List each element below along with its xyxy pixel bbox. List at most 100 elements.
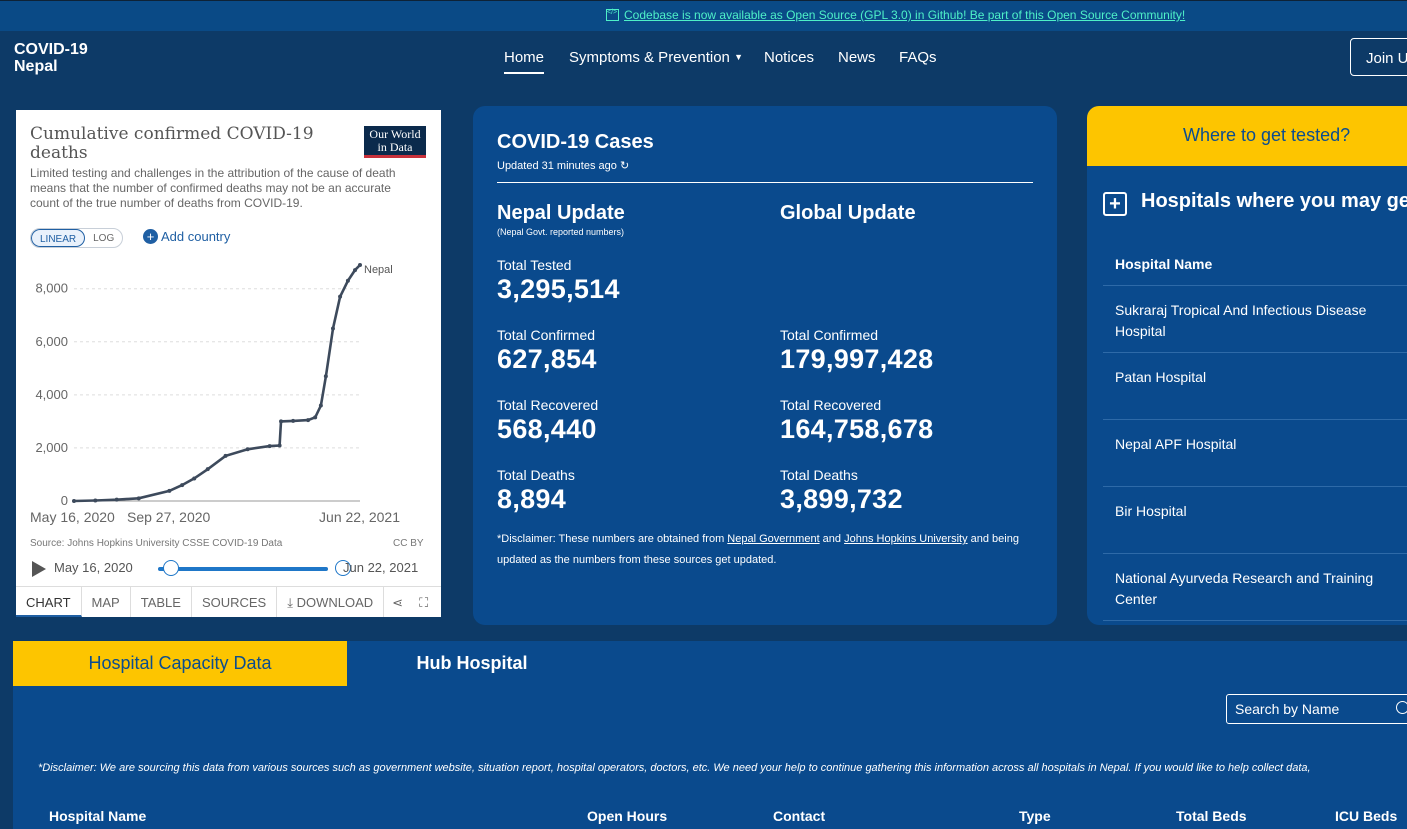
nav-faqs[interactable]: FAQs xyxy=(899,49,937,66)
list-item[interactable]: Sukraraj Tropical And Infectious Disease… xyxy=(1103,286,1407,353)
tab-map[interactable]: MAP xyxy=(82,587,131,617)
brand-logo[interactable]: COVID-19 Nepal xyxy=(14,41,88,75)
timeline: May 16, 2020 Jun 22, 2021 xyxy=(30,559,430,579)
tab-hospital-capacity[interactable]: Hospital Capacity Data xyxy=(13,641,347,686)
series-line-nepal xyxy=(73,264,361,503)
nav-notices[interactable]: Notices xyxy=(764,49,814,66)
stat-label: Total Confirmed xyxy=(780,327,879,343)
column-header[interactable]: Hospital Name xyxy=(49,808,146,824)
testing-title: + Hospitals where you may get tested xyxy=(1103,190,1407,216)
tab-table[interactable]: TABLE xyxy=(131,587,192,617)
tab-hub-hospital[interactable]: Hub Hospital xyxy=(347,641,597,686)
data-point[interactable] xyxy=(291,418,296,423)
x-tick-label: May 16, 2020 xyxy=(30,509,115,525)
share-icon[interactable]: ⋖ xyxy=(384,587,411,617)
global-confirmed: Total Confirmed 179,997,428 xyxy=(780,327,1040,375)
data-point[interactable] xyxy=(279,419,284,424)
jhu-link[interactable]: Johns Hopkins University xyxy=(844,533,968,545)
data-point[interactable] xyxy=(330,326,335,331)
announcement-text[interactable]: Codebase is now available as Open Source… xyxy=(624,8,1185,22)
scale-toggle[interactable]: LINEAR LOG xyxy=(30,228,124,248)
column-header[interactable]: Type xyxy=(1019,808,1051,824)
join-us-button[interactable]: Join Us xyxy=(1350,38,1407,76)
data-point[interactable] xyxy=(192,476,197,481)
list-item[interactable]: Patan Hospital xyxy=(1103,353,1407,420)
data-point[interactable] xyxy=(358,263,362,267)
divider xyxy=(497,182,1033,183)
stat-label: Total Tested xyxy=(497,257,572,273)
log-toggle[interactable]: LOG xyxy=(85,229,122,247)
data-point[interactable] xyxy=(313,415,318,420)
owid-chart-embed: Cumulative confirmed COVID-19 deaths Our… xyxy=(16,110,441,617)
nav-home[interactable]: Home xyxy=(504,49,545,74)
linear-toggle[interactable]: LINEAR xyxy=(31,229,86,247)
tab-sources[interactable]: SOURCES xyxy=(192,587,278,617)
data-point[interactable] xyxy=(205,467,210,472)
chart-license[interactable]: CC BY xyxy=(393,538,424,549)
nepal-government-link[interactable]: Nepal Government xyxy=(727,533,819,545)
data-point[interactable] xyxy=(267,444,272,449)
data-point[interactable] xyxy=(306,418,311,423)
stat-value: 3,899,732 xyxy=(780,484,903,514)
tab-chart[interactable]: CHART xyxy=(16,587,82,617)
data-point[interactable] xyxy=(245,447,250,452)
data-point[interactable] xyxy=(345,278,350,283)
timeline-start-handle[interactable] xyxy=(163,560,179,576)
hospital-capacity-section: Hospital Capacity Data Hub Hospital *Dis… xyxy=(13,641,1407,829)
data-point[interactable] xyxy=(338,294,343,299)
nav-symptoms[interactable]: Symptoms & Prevention ▼ xyxy=(569,49,743,66)
stat-label: Total Recovered xyxy=(497,397,599,413)
timeline-track[interactable] xyxy=(158,567,328,571)
data-point[interactable] xyxy=(277,443,282,448)
stat-value: 164,758,678 xyxy=(780,414,934,444)
stat-value: 3,295,514 xyxy=(497,274,620,304)
column-header[interactable]: ICU Beds xyxy=(1335,808,1397,824)
nepal-heading: Nepal Update xyxy=(497,202,625,224)
data-point[interactable] xyxy=(114,497,119,502)
y-tick-label: 6,000 xyxy=(35,334,68,349)
search-icon[interactable] xyxy=(1396,701,1407,714)
column-header[interactable]: Contact xyxy=(773,808,825,824)
owid-logo[interactable]: Our World in Data xyxy=(364,126,426,158)
data-point[interactable] xyxy=(167,488,172,493)
list-item[interactable]: National Ayurveda Research and Training … xyxy=(1103,554,1407,621)
chart-source[interactable]: Source: Johns Hopkins University CSSE CO… xyxy=(30,538,282,549)
add-country-label[interactable]: Add country xyxy=(161,229,230,244)
download-label[interactable]: DOWNLOAD xyxy=(297,595,374,610)
x-tick-label: Jun 22, 2021 xyxy=(319,509,400,525)
timeline-start: May 16, 2020 xyxy=(54,560,133,575)
stat-value: 8,894 xyxy=(497,484,567,514)
owid-logo-line2: in Data xyxy=(377,140,413,154)
refresh-icon[interactable]: ↻ xyxy=(620,160,629,172)
announcement-link[interactable]: Codebase is now available as Open Source… xyxy=(606,8,1185,22)
data-point[interactable] xyxy=(318,403,323,408)
data-point[interactable] xyxy=(72,499,76,503)
data-point[interactable] xyxy=(136,496,141,501)
data-point[interactable] xyxy=(353,268,358,273)
code-icon xyxy=(606,9,619,21)
fullscreen-icon[interactable]: ⛶ xyxy=(411,587,436,617)
global-deaths: Total Deaths 3,899,732 xyxy=(780,467,1040,515)
caret-down-icon: ▼ xyxy=(734,52,743,62)
data-point[interactable] xyxy=(323,374,328,379)
testing-header: Where to get tested? xyxy=(1087,106,1407,166)
column-header[interactable]: Open Hours xyxy=(587,808,667,824)
list-item[interactable]: Bir Hospital xyxy=(1103,487,1407,554)
download-icon: ⤓ xyxy=(287,595,293,610)
nepal-confirmed: Total Confirmed 627,854 xyxy=(497,327,757,375)
list-item[interactable]: Nepal APF Hospital xyxy=(1103,420,1407,487)
add-country-button[interactable]: + Add country xyxy=(143,229,230,244)
data-point[interactable] xyxy=(180,483,185,488)
nav-symptoms-label[interactable]: Symptoms & Prevention xyxy=(569,49,730,66)
data-point[interactable] xyxy=(223,453,228,458)
data-point[interactable] xyxy=(93,498,98,503)
announcement-bar: Codebase is now available as Open Source… xyxy=(0,0,1407,31)
play-icon[interactable] xyxy=(32,561,46,577)
search-input[interactable] xyxy=(1226,694,1407,724)
nav-news[interactable]: News xyxy=(838,49,876,66)
testing-title-text: Hospitals where you may get tested xyxy=(1141,190,1407,212)
column-header[interactable]: Total Beds xyxy=(1176,808,1247,824)
tab-download[interactable]: ⤓ DOWNLOAD xyxy=(277,587,385,617)
chart-tabs: CHART MAP TABLE SOURCES ⤓ DOWNLOAD ⋖ ⛶ xyxy=(16,586,441,617)
cases-title: COVID-19 Cases xyxy=(497,131,654,153)
